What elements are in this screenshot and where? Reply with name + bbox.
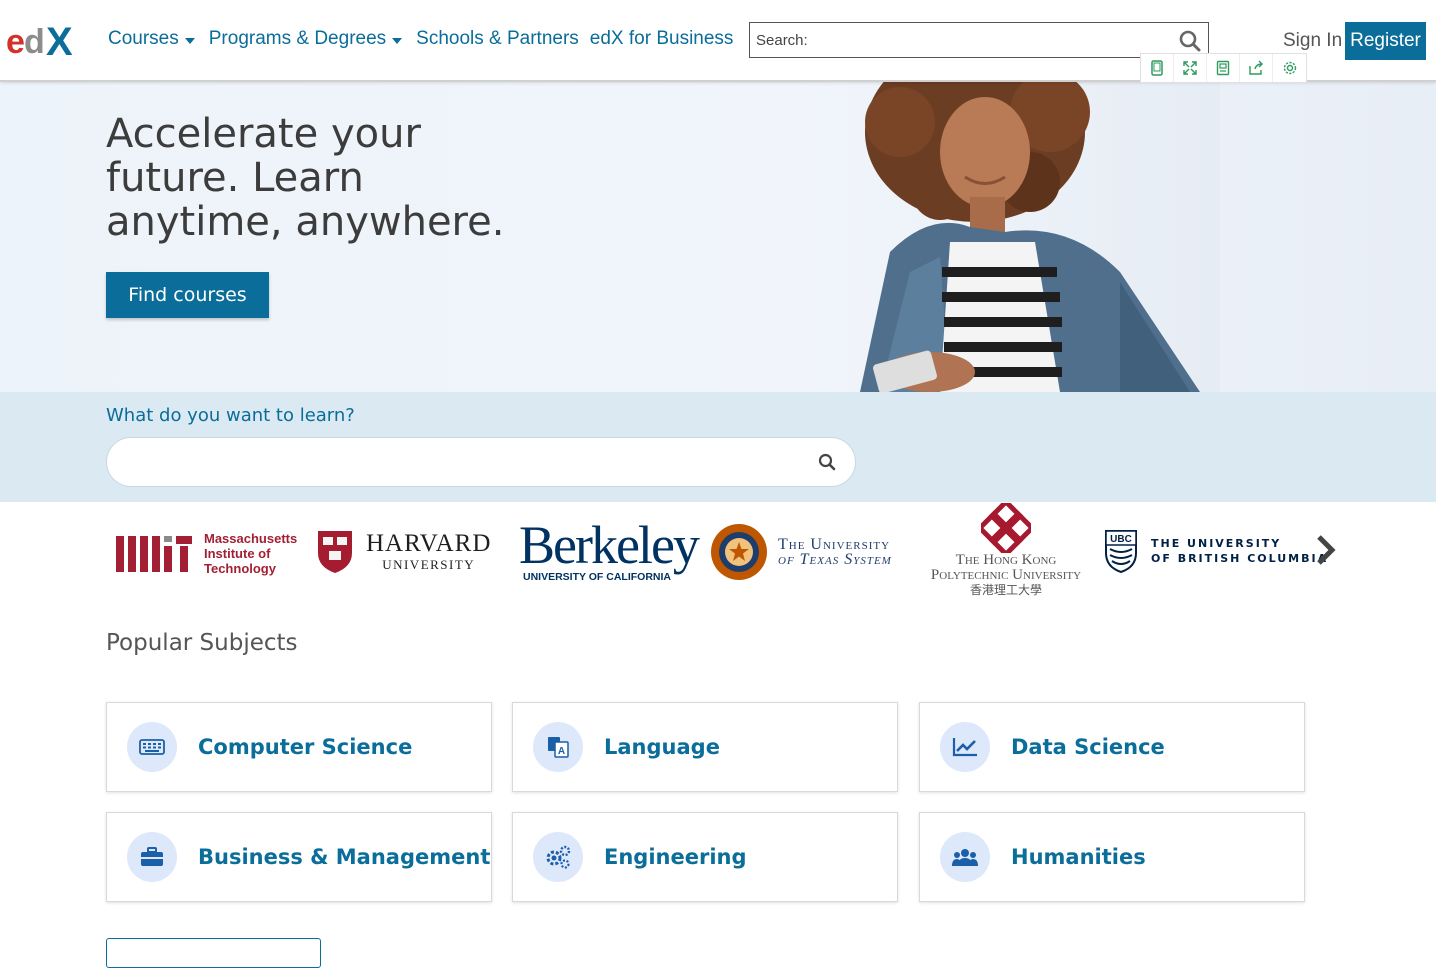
edx-logo[interactable]: e d X [6, 20, 86, 60]
svg-text:X: X [46, 20, 73, 60]
partner-berkeley-logo[interactable]: Berkeley UNIVERSITY OF CALIFORNIA [519, 515, 700, 583]
hero-banner: Accelerate your future. Learn anytime, a… [0, 82, 1436, 392]
partner-logos-carousel: Massachusetts Institute of Technology HA… [106, 503, 1346, 603]
sign-in-link[interactable]: Sign In [1283, 30, 1342, 52]
ubc-line1: THE UNIVERSITY [1151, 537, 1282, 550]
subject-card-business-management[interactable]: Business & Management [106, 812, 492, 902]
harvard-line1: HARVARD [366, 530, 492, 557]
partner-polyu-logo[interactable]: The Hong Kong Polytechnic University 香港理… [906, 503, 1106, 597]
ubc-wordmark: THE UNIVERSITY OF BRITISH COLUMBIA [1151, 536, 1328, 566]
users-icon [940, 832, 990, 882]
chevron-down-icon [184, 38, 195, 44]
mit-line3: Technology [204, 561, 276, 576]
subject-card-data-science[interactable]: Data Science [919, 702, 1305, 792]
polyu-line1: The Hong Kong [955, 552, 1057, 568]
popular-subjects-heading: Popular Subjects [106, 630, 298, 656]
ubc-crest-icon: UBC [1105, 530, 1137, 573]
svg-text:A: A [558, 746, 565, 757]
harvard-wordmark: HARVARD UNIVERSITY [366, 531, 491, 573]
harvard-shield-icon [318, 531, 352, 573]
partner-ut-system-logo[interactable]: The University of Texas System [710, 523, 892, 581]
ubc-badge-text: UBC [1110, 534, 1132, 545]
partner-harvard-logo[interactable]: HARVARD UNIVERSITY [316, 529, 491, 575]
nav-edx-for-business[interactable]: edX for Business [590, 28, 734, 50]
save-icon[interactable] [1207, 54, 1240, 82]
subject-label: Engineering [604, 845, 747, 869]
chevron-down-icon [392, 38, 403, 44]
line-chart-icon [940, 722, 990, 772]
mit-mark-icon [116, 535, 192, 572]
header-search-input[interactable] [750, 23, 1170, 57]
mit-line2: Institute of [204, 546, 271, 561]
search-icon[interactable] [1178, 29, 1202, 53]
gears-icon [533, 832, 583, 882]
search-icon[interactable] [817, 452, 837, 472]
ut-wordmark: The University of Texas System [778, 536, 892, 568]
register-button[interactable]: Register [1345, 22, 1426, 60]
polyu-knot-icon [981, 503, 1031, 553]
hero-woman-photo [820, 82, 1220, 392]
extension-toolbar [1140, 53, 1307, 83]
learn-search-box [106, 437, 856, 487]
subject-card-humanities[interactable]: Humanities [919, 812, 1305, 902]
find-courses-button[interactable]: Find courses [106, 272, 269, 318]
partner-mit-logo[interactable]: Massachusetts Institute of Technology [116, 531, 297, 576]
berkeley-wordmark: Berkeley [519, 515, 700, 575]
mit-line1: Massachusetts [204, 531, 298, 546]
translate-icon: A [533, 722, 583, 772]
main-nav: Courses Programs & Degrees Schools & Par… [108, 28, 744, 50]
keyboard-icon [127, 722, 177, 772]
subject-card-engineering[interactable]: Engineering [512, 812, 898, 902]
subject-card-language[interactable]: A Language [512, 702, 898, 792]
polyu-line2: Polytechnic University [930, 567, 1082, 583]
nav-courses[interactable]: Courses [108, 28, 195, 50]
learn-search-band: What do you want to learn? [0, 392, 1436, 502]
learn-search-label: What do you want to learn? [106, 405, 355, 426]
settings-gear-icon[interactable] [1273, 54, 1306, 82]
subject-label: Humanities [1011, 845, 1146, 869]
chevron-right-icon[interactable] [1314, 533, 1338, 567]
subject-card-computer-science[interactable]: Computer Science [106, 702, 492, 792]
expand-icon[interactable] [1174, 54, 1207, 82]
svg-text:d: d [24, 23, 45, 60]
mobile-view-icon[interactable] [1141, 54, 1174, 82]
ut-line2: of Texas System [778, 551, 892, 568]
learn-search-input[interactable] [125, 438, 805, 486]
hero-title: Accelerate your future. Learn anytime, a… [106, 111, 505, 245]
subject-label: Language [604, 735, 720, 759]
svg-text:e: e [6, 23, 25, 60]
mit-wordmark: Massachusetts Institute of Technology [204, 531, 297, 576]
briefcase-icon [127, 832, 177, 882]
nav-schools-partners[interactable]: Schools & Partners [416, 28, 579, 50]
polyu-line3: 香港理工大學 [969, 583, 1042, 597]
ut-line1: The University [778, 536, 891, 553]
partner-ubc-logo[interactable]: UBC THE UNIVERSITY OF BRITISH COLUMBIA [1104, 529, 1328, 573]
berkeley-subline: UNIVERSITY OF CALIFORNIA [523, 571, 671, 583]
nav-schools-label: Schools & Partners [416, 28, 579, 49]
view-all-subjects-button[interactable] [106, 938, 321, 968]
subject-label: Computer Science [198, 735, 413, 759]
nav-programs-degrees[interactable]: Programs & Degrees [208, 28, 403, 50]
share-icon[interactable] [1240, 54, 1273, 82]
ubc-line2: OF BRITISH COLUMBIA [1151, 552, 1329, 565]
ut-seal-icon [711, 524, 767, 580]
nav-courses-label: Courses [108, 28, 179, 49]
subject-label: Business & Management [198, 845, 491, 869]
nav-programs-label: Programs & Degrees [208, 28, 387, 49]
nav-business-label: edX for Business [589, 28, 734, 49]
subject-label: Data Science [1011, 735, 1165, 759]
harvard-line2: UNIVERSITY [382, 557, 476, 572]
